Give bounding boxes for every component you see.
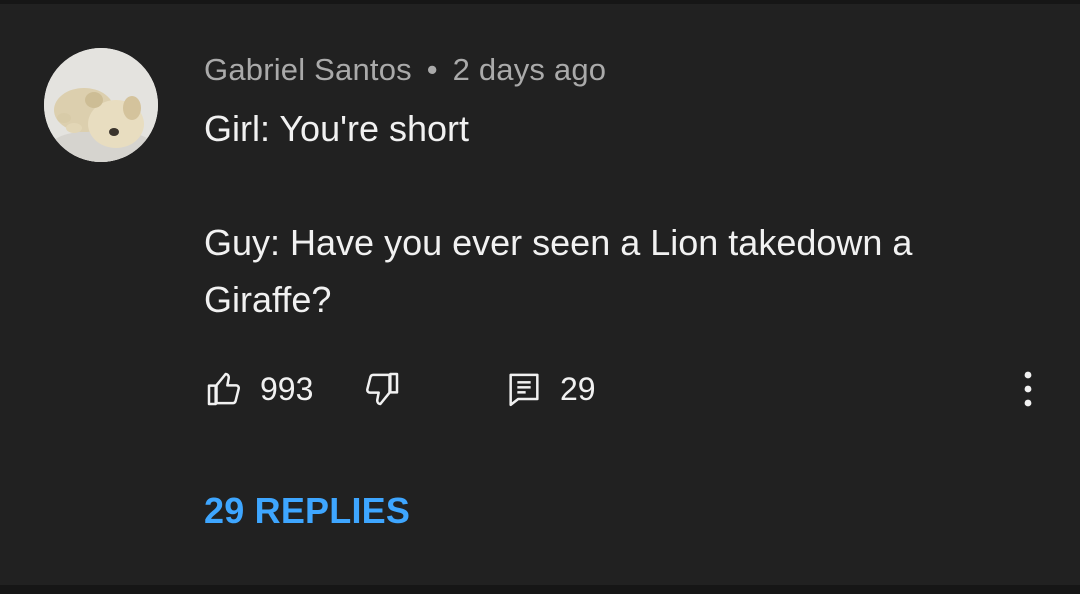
- comment-line-1: Girl: You're short: [204, 108, 470, 149]
- comment-text: Girl: You're short Guy: Have you ever se…: [204, 100, 1024, 328]
- comment-card: Gabriel Santos • 2 days ago Girl: You're…: [0, 0, 1080, 594]
- reply-button[interactable]: 29: [504, 366, 596, 412]
- more-options-button[interactable]: [1010, 366, 1046, 412]
- author-name[interactable]: Gabriel Santos: [204, 52, 412, 87]
- more-vert-icon: [1010, 367, 1046, 411]
- thumbs-down-icon: [362, 369, 402, 409]
- view-replies-link[interactable]: 29 REPLIES: [204, 490, 410, 532]
- comment-line-2: Guy: Have you ever seen a Lion takedown …: [204, 222, 913, 320]
- dislike-button[interactable]: [362, 366, 402, 412]
- like-button[interactable]: 993: [204, 366, 313, 412]
- like-count: 993: [260, 370, 314, 407]
- comment-meta: Gabriel Santos • 2 days ago: [204, 52, 606, 88]
- comment-icon: [504, 369, 544, 409]
- action-bar: 993 29: [204, 366, 1064, 414]
- puppy-avatar-image: [44, 48, 158, 162]
- comment-line-gap: [204, 157, 1024, 214]
- reply-count: 29: [560, 370, 596, 407]
- meta-separator: •: [426, 52, 438, 87]
- timestamp: 2 days ago: [452, 52, 607, 87]
- avatar[interactable]: [44, 48, 158, 162]
- thumbs-up-icon: [204, 369, 244, 409]
